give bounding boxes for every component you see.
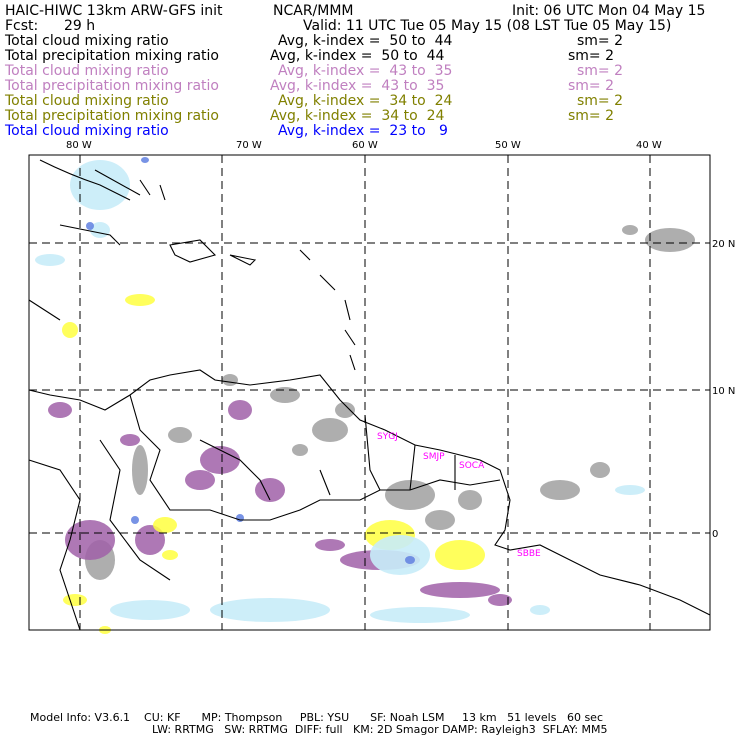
purple-cloud-area <box>315 539 345 551</box>
yellow-cloud-area <box>162 550 178 560</box>
gray-cloud-area <box>292 444 308 456</box>
gray-cloud-area <box>622 225 638 235</box>
purple-cloud-area <box>120 434 140 446</box>
lightblue-cloud-area <box>370 535 430 575</box>
lightblue-cloud-area <box>35 254 65 266</box>
blue-cloud-area <box>141 157 149 163</box>
longitude-label: 60 W <box>352 140 378 151</box>
gray-cloud-area <box>425 510 455 530</box>
station-label: SBBE <box>517 549 541 559</box>
blue-cloud-area <box>405 556 415 564</box>
gray-cloud-area <box>590 462 610 478</box>
latitude-label: 0 <box>712 529 718 540</box>
gray-cloud-area <box>132 445 148 495</box>
station-label: SYGJ <box>377 432 398 442</box>
lightblue-cloud-area <box>370 607 470 623</box>
footer-physics-info: LW: RRTMG SW: RRTMG DIFF: full KM: 2D Sm… <box>152 723 608 736</box>
purple-cloud-area <box>185 470 215 490</box>
longitude-label: 70 W <box>236 140 262 151</box>
station-label: SMJP <box>423 452 445 462</box>
latitude-label: 10 N <box>712 386 735 397</box>
gray-cloud-area <box>312 418 348 442</box>
gray-cloud-area <box>540 480 580 500</box>
station-label: SOCA <box>459 461 485 471</box>
purple-cloud-area <box>420 582 500 598</box>
gray-cloud-area <box>168 427 192 443</box>
lightblue-cloud-area <box>615 485 645 495</box>
blue-cloud-area <box>86 222 94 230</box>
gray-cloud-area <box>645 228 695 252</box>
yellow-cloud-area <box>153 517 177 533</box>
lightblue-cloud-area <box>530 605 550 615</box>
yellow-cloud-area <box>63 594 87 606</box>
longitude-label: 80 W <box>66 140 92 151</box>
lightblue-cloud-area <box>110 600 190 620</box>
gray-cloud-area <box>222 374 238 386</box>
yellow-cloud-area <box>125 294 155 306</box>
longitude-label: 50 W <box>495 140 521 151</box>
purple-cloud-area <box>65 520 115 560</box>
longitude-label: 40 W <box>636 140 662 151</box>
blue-cloud-area <box>131 516 139 524</box>
blue-cloud-area <box>236 514 244 522</box>
yellow-cloud-area <box>435 540 485 570</box>
purple-cloud-area <box>48 402 72 418</box>
gray-cloud-area <box>458 490 482 510</box>
weather-map: 80 W 70 W 60 W 50 W 40 W 20 N 10 N 0 SYGJ SMJP S… <box>28 140 735 634</box>
purple-cloud-area <box>228 400 252 420</box>
yellow-cloud-area <box>62 322 78 338</box>
purple-cloud-area <box>255 478 285 502</box>
gray-cloud-area <box>270 387 300 403</box>
latitude-label: 20 N <box>712 239 735 250</box>
lightblue-cloud-area <box>210 598 330 622</box>
